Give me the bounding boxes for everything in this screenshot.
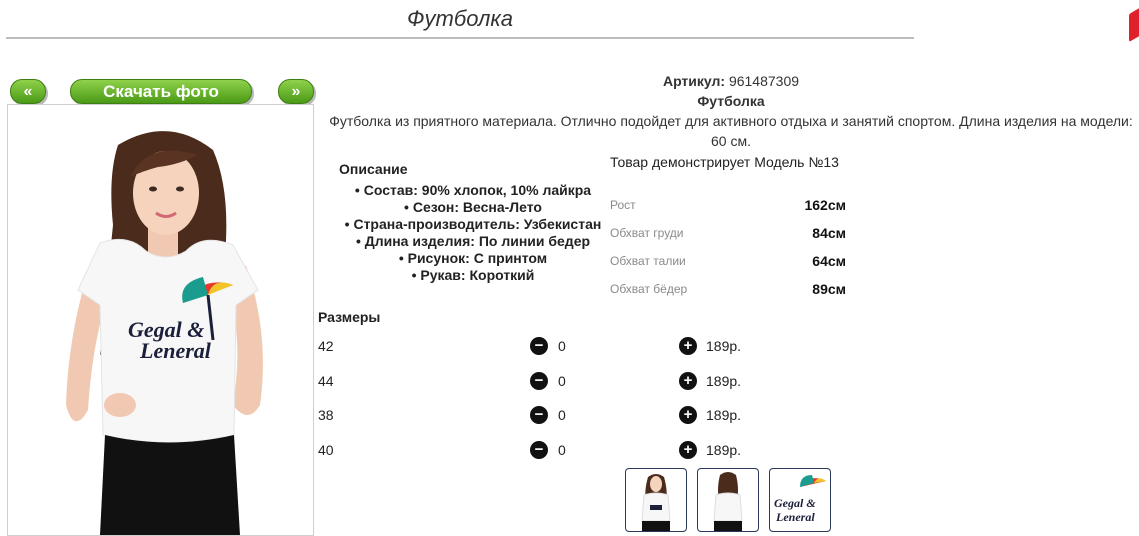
thumbnail-back[interactable] bbox=[697, 468, 759, 532]
plus-circle-icon[interactable]: + bbox=[679, 337, 697, 355]
print-text-line2: Leneral bbox=[139, 338, 212, 363]
size-price: 189р. bbox=[706, 338, 742, 354]
measurement-value: 162см bbox=[804, 197, 846, 213]
size-quantity: 0 bbox=[558, 373, 566, 389]
measurement-row: Обхват груди 84см bbox=[610, 223, 846, 243]
minus-circle-icon[interactable]: − bbox=[530, 406, 548, 424]
measurement-label: Обхват бёдер bbox=[610, 282, 688, 296]
measurement-row: Рост 162см bbox=[610, 195, 846, 215]
specs-heading: Описание bbox=[339, 161, 408, 177]
spec-item: Страна-производитель: Узбекистан bbox=[318, 216, 628, 233]
specs-list: Состав: 90% хлопок, 10% лайкра Сезон: Ве… bbox=[318, 182, 628, 284]
corner-ribbon-icon bbox=[1129, 5, 1139, 43]
download-photo-button[interactable]: Скачать фото bbox=[70, 79, 252, 104]
size-label: 38 bbox=[318, 407, 334, 423]
size-quantity: 0 bbox=[558, 338, 566, 354]
product-description-line2: 60 см. bbox=[711, 133, 751, 149]
size-quantity: 0 bbox=[558, 407, 566, 423]
size-price: 189р. bbox=[706, 442, 742, 458]
thumbnail-print-text1: Gegal & bbox=[774, 496, 816, 510]
plus-circle-icon[interactable]: + bbox=[679, 406, 697, 424]
size-label: 40 bbox=[318, 442, 334, 458]
minus-circle-icon[interactable]: − bbox=[530, 337, 548, 355]
title-divider bbox=[6, 37, 914, 39]
minus-circle-icon[interactable]: − bbox=[530, 372, 548, 390]
thumbnail-front-image bbox=[641, 474, 671, 531]
size-price: 189р. bbox=[706, 407, 742, 423]
measurement-value: 64см bbox=[812, 253, 846, 269]
measurement-label: Рост bbox=[610, 198, 636, 212]
product-description-line1: Футболка из приятного материала. Отлично… bbox=[329, 113, 1133, 129]
size-quantity: 0 bbox=[558, 442, 566, 458]
thumbnail-print-text2: Leneral bbox=[775, 510, 815, 524]
product-name: Футболка bbox=[697, 93, 765, 109]
plus-circle-icon[interactable]: + bbox=[679, 441, 697, 459]
measurement-value: 89см bbox=[812, 281, 846, 297]
spec-item: Рисунок: С принтом bbox=[318, 250, 628, 267]
measurement-label: Обхват груди bbox=[610, 226, 684, 240]
size-label: 44 bbox=[318, 373, 334, 389]
main-product-photo[interactable]: Gegal & Leneral bbox=[7, 104, 314, 536]
size-row: 38 − 0 + 189р. bbox=[318, 405, 838, 425]
measurement-value: 84см bbox=[812, 225, 846, 241]
sizes-heading: Размеры bbox=[318, 309, 381, 325]
measurement-label: Обхват талии bbox=[610, 254, 686, 268]
model-title: Товар демонстрирует Модель №13 bbox=[610, 154, 839, 170]
measurement-row: Обхват бёдер 89см bbox=[610, 279, 846, 299]
spec-item: Рукав: Короткий bbox=[318, 267, 628, 284]
model-photo-illustration: Gegal & Leneral bbox=[66, 131, 263, 535]
thumbnail-print-image: Gegal & Leneral bbox=[774, 475, 826, 524]
size-row: 40 − 0 + 189р. bbox=[318, 440, 838, 460]
article-line: Артикул: 961487309 bbox=[316, 73, 1139, 89]
spec-item: Состав: 90% хлопок, 10% лайкра bbox=[318, 182, 628, 199]
measurement-row: Обхват талии 64см bbox=[610, 251, 846, 271]
thumbnail-print[interactable]: Gegal & Leneral bbox=[769, 468, 831, 532]
thumbnail-front[interactable] bbox=[625, 468, 687, 532]
thumbnail-back-image bbox=[713, 472, 743, 531]
size-row: 42 − 0 + 189р. bbox=[318, 336, 838, 356]
page-title: Футболка bbox=[407, 6, 513, 31]
article-value: 961487309 bbox=[728, 73, 800, 89]
prev-photo-button[interactable]: « bbox=[10, 79, 46, 104]
next-photo-button[interactable]: » bbox=[278, 79, 314, 104]
minus-circle-icon[interactable]: − bbox=[530, 441, 548, 459]
size-label: 42 bbox=[318, 338, 334, 354]
plus-circle-icon[interactable]: + bbox=[679, 372, 697, 390]
spec-item: Длина изделия: По линии бедер bbox=[318, 233, 628, 250]
size-row: 44 − 0 + 189р. bbox=[318, 371, 838, 391]
size-price: 189р. bbox=[706, 373, 742, 389]
spec-item: Сезон: Весна-Лето bbox=[318, 199, 628, 216]
article-label: Артикул: bbox=[662, 73, 726, 89]
